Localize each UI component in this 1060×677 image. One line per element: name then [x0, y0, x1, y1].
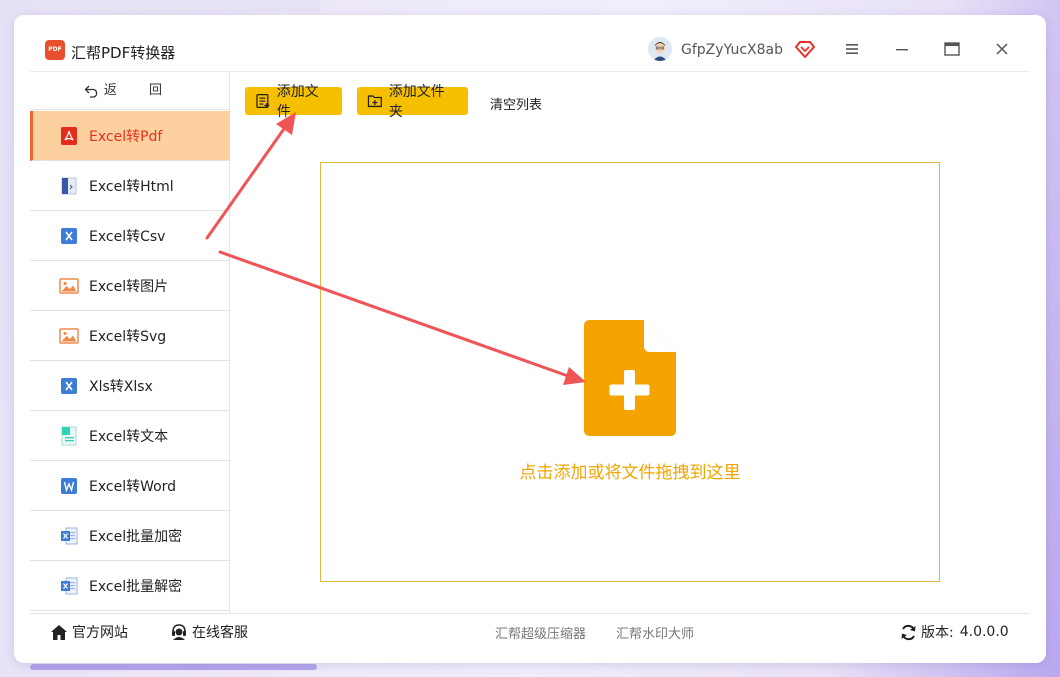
sidebar-item-excel-to-pdf[interactable]: Excel转Pdf [30, 111, 230, 161]
sidebar-item-label: Xls转Xlsx [89, 378, 153, 395]
sidebar-item-label: Excel转Pdf [89, 128, 163, 145]
pdf-icon [61, 126, 77, 145]
app-title: 汇帮PDF转换器 [71, 44, 176, 62]
online-support-link[interactable]: 在线客服 [170, 622, 248, 642]
version-info: 版本: 4.0.0.0 [900, 622, 1009, 642]
compressor-app-link[interactable]: 汇帮超级压缩器 [495, 623, 586, 642]
sidebar-item-label: Excel批量加密 [89, 528, 183, 545]
back-button[interactable]: 返 回 [30, 72, 230, 110]
sidebar-item-excel-to-html[interactable]: Excel转Html [30, 161, 230, 211]
divider [30, 613, 1030, 614]
sidebar-item-excel-to-svg[interactable]: Excel转Svg [30, 311, 230, 361]
official-website-link[interactable]: 官方网站 [50, 622, 128, 642]
sidebar-item-label: Excel批量解密 [89, 578, 183, 595]
add-folder-button[interactable]: 添加文件夹 [357, 84, 468, 120]
add-folder-icon [367, 95, 382, 108]
back-arrow-icon [84, 85, 98, 98]
title-bar[interactable]: PDF 汇帮PDF转换器 GfpZyYucX8ab [14, 15, 1046, 71]
image-icon [59, 327, 79, 344]
username[interactable]: GfpZyYucX8ab [681, 42, 783, 58]
sidebar-item-excel-to-word[interactable]: Excel转Word [30, 461, 230, 511]
sidebar-item-label: Excel转Svg [89, 328, 167, 345]
customer-service-icon [172, 624, 186, 640]
excel-x-icon [61, 377, 77, 394]
version-label: 版本: [921, 625, 954, 641]
app-window: PDF 汇帮PDF转换器 GfpZyYucX8ab 返 回 Excel转Pdf … [14, 15, 1046, 663]
minimize-icon[interactable] [892, 39, 912, 59]
add-file-button[interactable]: 添加文件 [245, 84, 342, 120]
sidebar-item-label: Excel转Html [89, 178, 174, 195]
sidebar-item-label: Excel转Csv [89, 228, 166, 245]
sidebar-item-xls-to-xlsx[interactable]: Xls转Xlsx [30, 361, 230, 411]
taskbar-indicator [30, 664, 317, 670]
home-icon [51, 624, 67, 640]
sidebar-item-label: Excel转文本 [89, 428, 169, 445]
drop-hint-text: 点击添加或将文件拖拽到这里 [519, 463, 741, 483]
excel-file-icon [61, 577, 78, 594]
official-website-label: 官方网站 [72, 625, 128, 641]
sidebar-item-label: Excel转图片 [89, 278, 169, 295]
menu-icon[interactable] [842, 39, 862, 59]
add-document-icon [584, 320, 676, 436]
file-drop-zone[interactable]: 点击添加或将文件拖拽到这里 [320, 162, 940, 582]
html-file-icon [61, 177, 77, 194]
add-file-icon [256, 93, 270, 109]
image-icon [59, 277, 79, 294]
watermark-app-link[interactable]: 汇帮水印大师 [616, 623, 694, 642]
sidebar-item-excel-to-csv[interactable]: Excel转Csv [30, 211, 230, 261]
refresh-icon[interactable] [900, 624, 917, 641]
app-logo-icon: PDF [45, 40, 65, 60]
sidebar-item-excel-to-text[interactable]: Excel转文本 [30, 411, 230, 461]
word-icon [61, 477, 77, 494]
clear-list-button[interactable]: 清空列表 [490, 94, 542, 113]
background-decoration [40, 0, 320, 12]
vip-diamond-icon[interactable] [795, 40, 815, 58]
add-folder-label: 添加文件夹 [388, 84, 445, 120]
sidebar-item-excel-to-image[interactable]: Excel转图片 [30, 261, 230, 311]
conversion-menu: Excel转Pdf Excel转Html Excel转Csv Excel转图片 … [30, 111, 230, 611]
add-file-label: 添加文件 [276, 84, 319, 120]
excel-file-icon [61, 527, 78, 544]
excel-x-icon [61, 227, 77, 244]
sidebar-item-excel-batch-decrypt[interactable]: Excel批量解密 [30, 561, 230, 611]
text-file-icon [61, 426, 77, 445]
avatar-icon [648, 37, 672, 61]
back-label: 返 回 [103, 83, 177, 98]
close-icon[interactable] [992, 39, 1012, 59]
online-support-label: 在线客服 [192, 625, 248, 641]
sidebar-item-label: Excel转Word [89, 478, 177, 495]
maximize-icon[interactable] [942, 39, 962, 59]
sidebar-item-excel-batch-encrypt[interactable]: Excel批量加密 [30, 511, 230, 561]
sidebar: 返 回 Excel转Pdf Excel转Html Excel转Csv Excel… [30, 72, 230, 613]
version-number: 4.0.0.0 [959, 624, 1009, 640]
user-avatar[interactable] [648, 37, 672, 61]
